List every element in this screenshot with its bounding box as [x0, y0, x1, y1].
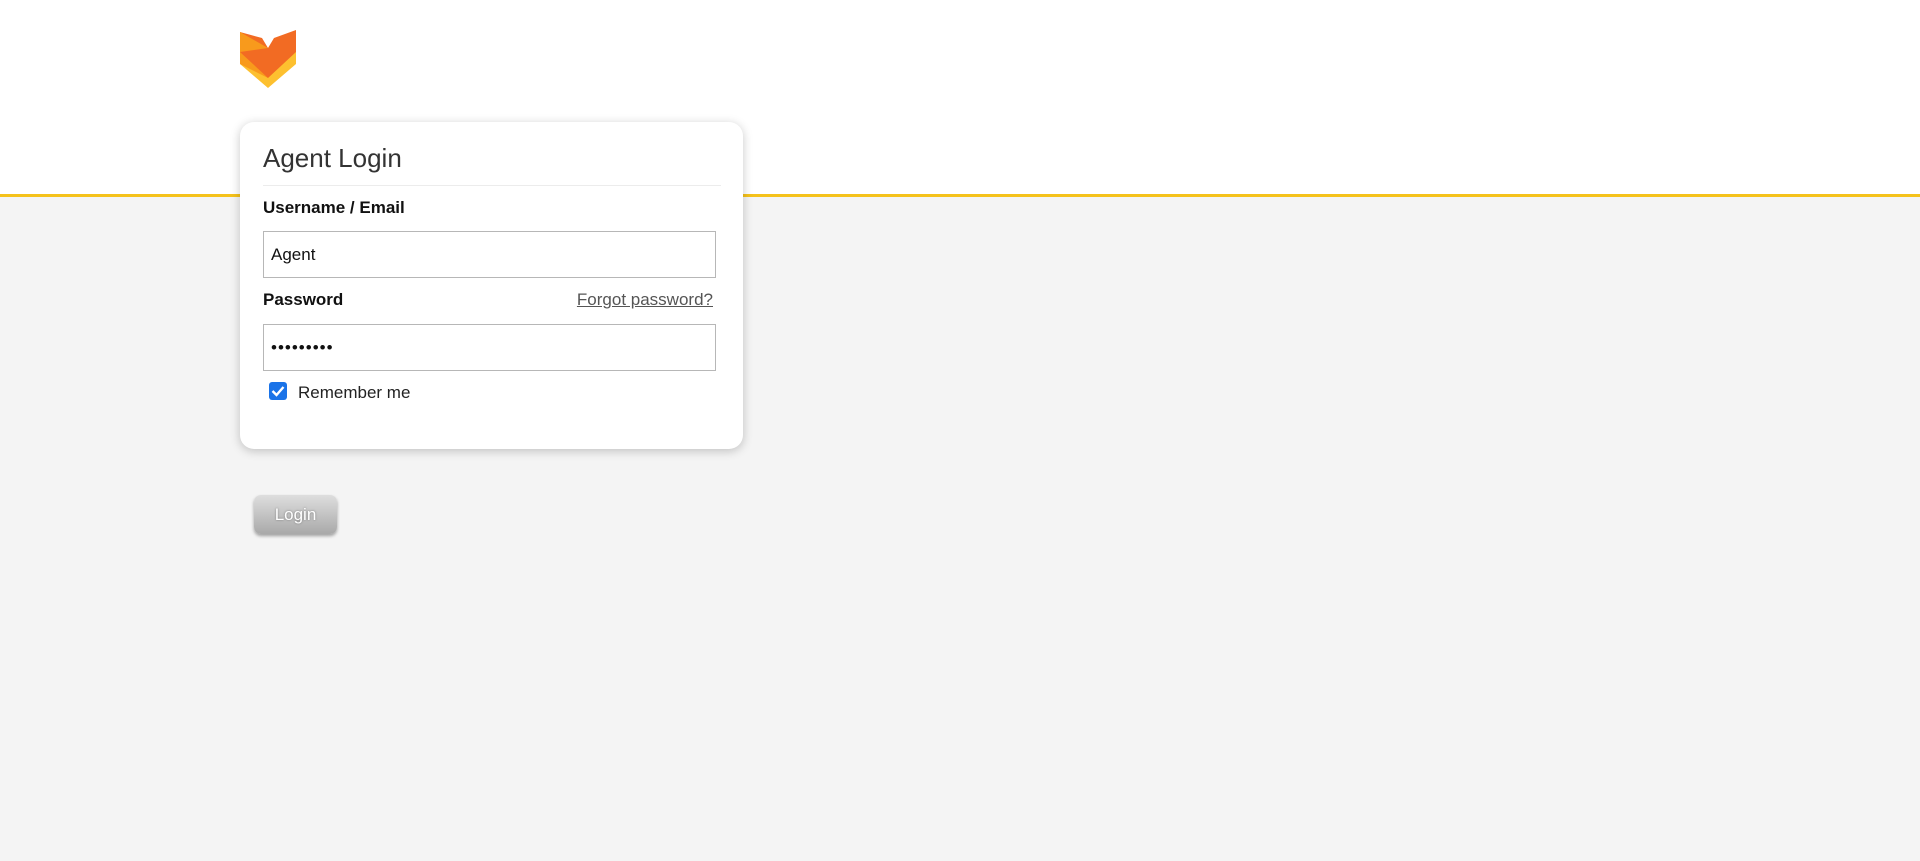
login-button[interactable]: Login	[254, 495, 337, 534]
remember-me-label: Remember me	[298, 383, 411, 402]
card-title: Agent Login	[263, 143, 402, 173]
checkmark-icon	[271, 386, 285, 397]
password-label: Password	[263, 290, 344, 309]
password-input[interactable]	[263, 324, 716, 371]
remember-me[interactable]: Remember me	[269, 382, 411, 403]
login-page: Agent Login Username / Email Password Fo…	[0, 0, 1920, 861]
username-input[interactable]	[263, 231, 716, 278]
fox-logo-icon	[240, 30, 296, 88]
username-label: Username / Email	[263, 198, 405, 217]
login-card: Agent Login Username / Email Password Fo…	[240, 122, 743, 449]
forgot-password-link[interactable]: Forgot password?	[577, 290, 713, 310]
divider	[263, 185, 721, 186]
remember-me-checkbox[interactable]	[269, 382, 287, 400]
